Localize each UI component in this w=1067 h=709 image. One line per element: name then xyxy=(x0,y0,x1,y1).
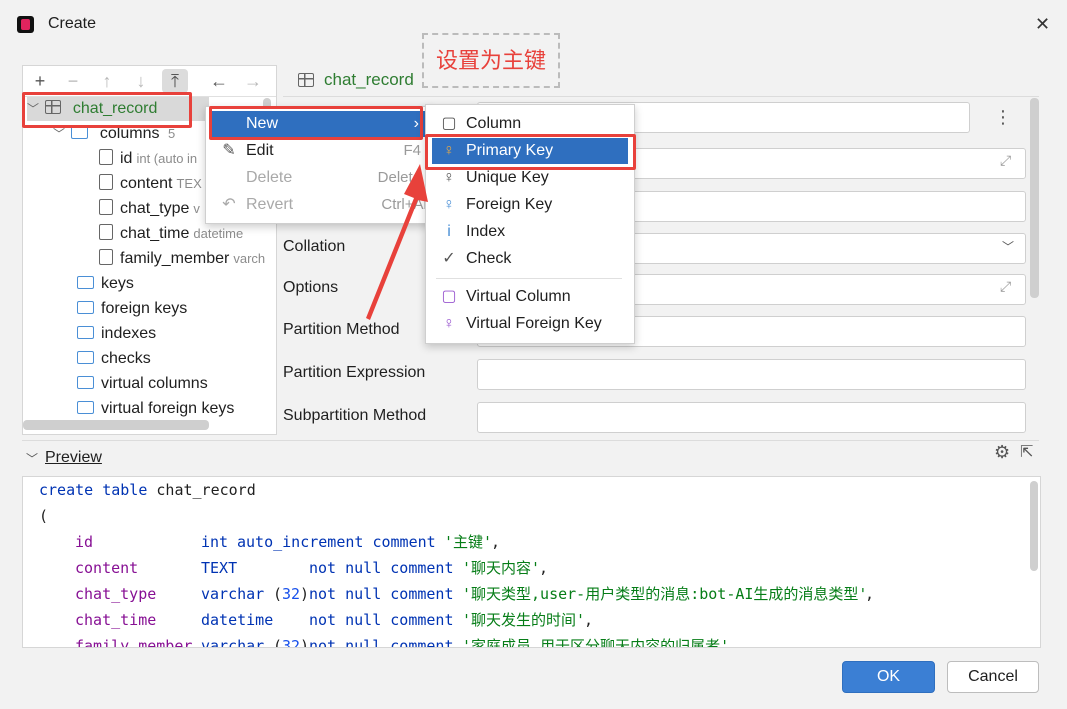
menu-label: Index xyxy=(466,223,506,240)
tree-item-virtual-columns[interactable]: virtual columns xyxy=(77,372,208,396)
tree-item-column[interactable]: family_member varch xyxy=(99,247,265,271)
cancel-button[interactable]: Cancel xyxy=(947,661,1039,693)
menu-divider xyxy=(436,278,622,279)
folder-icon xyxy=(77,351,94,364)
preview-title[interactable]: Preview xyxy=(45,449,102,467)
column-type: TEX xyxy=(176,176,202,191)
folder-icon xyxy=(77,301,94,314)
undo-icon: ↶ xyxy=(222,196,236,213)
submenu-item-check[interactable]: ✓ Check xyxy=(426,246,634,272)
column-type: varch xyxy=(233,251,266,266)
tree-scrollbar-horizontal[interactable] xyxy=(23,420,209,430)
column-icon xyxy=(99,199,113,215)
window-title: Create xyxy=(48,15,97,32)
foreign-key-icon: ♀ xyxy=(443,196,455,213)
ok-button[interactable]: OK xyxy=(842,661,935,693)
submenu-item-index[interactable]: i Index xyxy=(426,219,634,245)
virtual-foreign-key-icon: ♀ xyxy=(443,315,455,332)
column-icon xyxy=(99,224,113,240)
form-scrollbar[interactable] xyxy=(1030,98,1039,298)
app-icon xyxy=(17,16,34,33)
tree-item-virtual-foreign-keys[interactable]: virtual foreign keys xyxy=(77,397,234,421)
partition-expression-field[interactable] xyxy=(477,359,1026,390)
folder-icon xyxy=(77,401,94,414)
column-name: chat_type xyxy=(120,200,190,217)
column-icon xyxy=(99,149,113,165)
menu-label: Virtual Column xyxy=(466,288,571,305)
submenu-item-virtual-column[interactable]: ▢ Virtual Column xyxy=(426,284,634,310)
expand-icon[interactable]: ⤢ xyxy=(1000,152,1011,169)
sql-preview[interactable]: create table chat_record ( id int auto_inc… xyxy=(22,476,1041,648)
options-label: Options xyxy=(283,279,339,296)
remove-icon[interactable]: − xyxy=(60,69,86,93)
partition-expression-label: Partition Expression xyxy=(283,364,426,381)
add-icon[interactable]: + xyxy=(27,69,53,93)
check-icon: ✓ xyxy=(442,250,456,267)
back-arrow-icon[interactable]: ← xyxy=(206,69,232,93)
gear-icon[interactable]: ⚙ xyxy=(994,442,1010,463)
tree-item-keys[interactable]: keys xyxy=(77,272,134,296)
chevron-down-icon[interactable]: ﹀ xyxy=(1002,238,1014,255)
folder-label: indexes xyxy=(101,325,157,342)
tree-item-column[interactable]: id int (auto in xyxy=(99,147,197,171)
folder-icon xyxy=(77,276,94,289)
highlight-box xyxy=(425,134,636,170)
folder-label: keys xyxy=(101,275,134,292)
tree-item-indexes[interactable]: indexes xyxy=(77,322,156,346)
folder-label: foreign keys xyxy=(101,300,188,317)
submenu-item-foreign-key[interactable]: ♀ Foreign Key xyxy=(426,192,634,218)
folder-label: virtual foreign keys xyxy=(101,400,235,417)
tree-item-checks[interactable]: checks xyxy=(77,347,151,371)
index-icon: i xyxy=(447,223,451,240)
column-type: datetime xyxy=(193,226,244,241)
preview-scrollbar[interactable] xyxy=(1030,481,1038,571)
tree-item-column[interactable]: content TEX xyxy=(99,172,202,196)
subpartition-method-field[interactable] xyxy=(477,402,1026,433)
forward-arrow-icon[interactable]: → xyxy=(240,69,266,93)
arrow-icon xyxy=(366,164,428,320)
menu-label: Virtual Foreign Key xyxy=(466,315,602,332)
move-top-icon[interactable]: ⤒ xyxy=(162,69,188,93)
expand-icon[interactable]: ⤢ xyxy=(1000,278,1011,295)
virtual-column-icon: ▢ xyxy=(441,288,457,305)
column-icon xyxy=(99,174,113,190)
column-name: family_member xyxy=(120,250,230,267)
highlight-box xyxy=(209,106,423,140)
subpartition-method-label: Subpartition Method xyxy=(283,407,427,424)
tree-item-column[interactable]: chat_type v xyxy=(99,197,200,221)
column-type: int (auto in xyxy=(136,151,198,166)
folder-icon xyxy=(77,376,94,389)
folder-label: virtual columns xyxy=(101,375,208,392)
menu-label: Revert xyxy=(246,196,294,213)
move-down-icon[interactable]: ↓ xyxy=(128,69,154,93)
tree-item-column[interactable]: chat_time datetime xyxy=(99,222,243,246)
open-external-icon[interactable]: ⇱ xyxy=(1020,442,1033,462)
highlight-box xyxy=(22,92,192,128)
code-line: create table chat_record xyxy=(39,481,256,499)
column-name: content xyxy=(120,175,173,192)
folder-label: checks xyxy=(101,350,151,367)
more-options-icon[interactable]: ⋮ xyxy=(994,107,1012,128)
tree-item-foreign-keys[interactable]: foreign keys xyxy=(77,297,187,321)
code-line: ( xyxy=(39,507,49,525)
submenu-item-virtual-foreign-key[interactable]: ♀ Virtual Foreign Key xyxy=(426,311,634,337)
annotation-label: 设置为主键 xyxy=(422,33,560,88)
form-title: chat_record xyxy=(324,70,414,89)
column-name: id xyxy=(120,150,133,167)
column-type: v xyxy=(193,201,200,216)
pencil-icon: ✎ xyxy=(222,142,236,159)
menu-label: Edit xyxy=(246,142,274,159)
column-name: chat_time xyxy=(120,225,190,242)
menu-label: Delete xyxy=(246,169,293,186)
columns-count: 5 xyxy=(167,126,176,141)
close-icon[interactable]: ✕ xyxy=(1035,14,1050,35)
move-up-icon[interactable]: ↑ xyxy=(94,69,120,93)
chevron-down-icon[interactable]: ﹀ xyxy=(26,450,38,467)
column-icon xyxy=(99,249,113,265)
menu-label: Foreign Key xyxy=(466,196,553,213)
table-icon xyxy=(298,73,314,87)
collation-label: Collation xyxy=(283,238,346,255)
folder-icon xyxy=(77,326,94,339)
menu-label: Check xyxy=(466,250,512,267)
